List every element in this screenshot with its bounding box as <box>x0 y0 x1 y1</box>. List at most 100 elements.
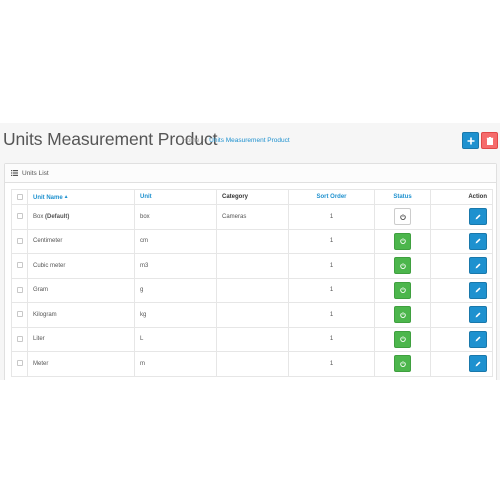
unit-name: Cubic meter <box>33 262 66 269</box>
select-all-cell <box>11 189 28 205</box>
unit-cell: cm <box>134 228 217 254</box>
status-toggle-button[interactable] <box>394 330 411 348</box>
row-checkbox[interactable] <box>16 286 23 293</box>
action-cell <box>430 302 493 328</box>
table-row: Kilogram kg 1 <box>11 302 493 328</box>
row-select-cell <box>11 253 28 279</box>
status-toggle-button[interactable] <box>394 257 411 275</box>
row-checkbox[interactable] <box>16 262 23 269</box>
action-cell <box>430 277 493 303</box>
unit-name: Kilogram <box>33 311 57 318</box>
status-toggle-button[interactable] <box>394 232 411 250</box>
unit-cell: L <box>134 326 217 352</box>
row-checkbox[interactable] <box>16 360 23 367</box>
row-checkbox[interactable] <box>16 335 23 342</box>
row-checkbox[interactable] <box>16 237 23 244</box>
table-row: Liter L 1 <box>11 326 493 352</box>
unit-name-cell: Box (Default) <box>27 204 135 230</box>
unit-cell: m <box>134 351 217 377</box>
pencil-icon <box>475 312 481 318</box>
row-select-cell <box>11 351 28 377</box>
status-toggle-button[interactable] <box>394 208 411 226</box>
unit-name: Centimeter <box>33 238 63 245</box>
row-select-cell <box>11 326 28 352</box>
unit-name-cell: Meter <box>27 351 135 377</box>
sort-order-cell: 1 <box>288 351 375 377</box>
action-cell <box>430 204 493 230</box>
sort-by-status-header[interactable]: Status <box>374 189 431 205</box>
status-toggle-button[interactable] <box>394 281 411 299</box>
table-body: Box (Default) box Cameras 1 Centimeter c… <box>11 204 493 377</box>
unit-cell: kg <box>134 302 217 328</box>
power-icon <box>399 262 406 269</box>
trash-icon <box>486 136 493 145</box>
delete-button[interactable] <box>481 132 498 149</box>
row-checkbox[interactable] <box>16 213 23 220</box>
table-row: Box (Default) box Cameras 1 <box>11 204 493 230</box>
edit-button[interactable] <box>469 257 487 275</box>
status-cell <box>374 253 431 279</box>
edit-button[interactable] <box>469 355 487 373</box>
pencil-icon <box>475 263 481 269</box>
row-select-cell <box>11 228 28 254</box>
page: Units Measurement Product Home › Units M… <box>0 0 500 500</box>
edit-button[interactable] <box>469 281 487 299</box>
select-all-checkbox[interactable] <box>16 193 23 200</box>
action-cell <box>430 326 493 352</box>
breadcrumb-separator: › <box>203 137 206 144</box>
status-toggle-button[interactable] <box>394 355 411 373</box>
unit-name-cell: Liter <box>27 326 135 352</box>
power-icon <box>399 311 406 318</box>
unit-name-cell: Kilogram <box>27 302 135 328</box>
pencil-icon <box>475 287 481 293</box>
row-select-cell <box>11 204 28 230</box>
status-cell <box>374 326 431 352</box>
category-cell <box>216 253 289 279</box>
unit-name-cell: Gram <box>27 277 135 303</box>
sort-order-cell: 1 <box>288 326 375 352</box>
sort-by-unit-header[interactable]: Unit <box>134 189 217 205</box>
power-icon <box>399 213 406 220</box>
category-cell <box>216 326 289 352</box>
sort-order-cell: 1 <box>288 277 375 303</box>
power-icon <box>399 336 406 343</box>
power-icon <box>399 360 406 367</box>
category-cell <box>216 302 289 328</box>
row-checkbox[interactable] <box>16 311 23 318</box>
power-icon <box>399 238 406 245</box>
edit-button[interactable] <box>469 306 487 324</box>
table-row: Gram g 1 <box>11 277 493 303</box>
table-row: Centimeter cm 1 <box>11 228 493 254</box>
add-button[interactable] <box>462 132 479 149</box>
column-category-header: Category <box>216 189 289 205</box>
breadcrumb-current-link[interactable]: Units Measurement Product <box>209 137 290 144</box>
edit-button[interactable] <box>469 330 487 348</box>
unit-cell: g <box>134 277 217 303</box>
unit-name: Liter <box>33 336 45 343</box>
column-action-header: Action <box>430 189 493 205</box>
panel-heading: Units List <box>5 164 496 183</box>
unit-name: Box <box>33 213 44 220</box>
pencil-icon <box>475 214 481 220</box>
action-cell <box>430 253 493 279</box>
edit-button[interactable] <box>469 208 487 226</box>
status-toggle-button[interactable] <box>394 306 411 324</box>
panel-title: Units List <box>22 169 49 177</box>
sort-by-name-header[interactable]: Unit Name▲ <box>27 189 135 205</box>
unit-name-cell: Centimeter <box>27 228 135 254</box>
content-area: Units Measurement Product Home › Units M… <box>0 123 500 380</box>
sort-by-sort-order-header[interactable]: Sort Order <box>288 189 375 205</box>
list-icon <box>11 170 18 176</box>
breadcrumb-home-link[interactable]: Home <box>182 137 199 144</box>
category-cell <box>216 351 289 377</box>
sort-order-cell: 1 <box>288 204 375 230</box>
unit-cell: m3 <box>134 253 217 279</box>
unit-cell: box <box>134 204 217 230</box>
row-select-cell <box>11 277 28 303</box>
page-header: Units Measurement Product Home › Units M… <box>0 123 500 161</box>
edit-button[interactable] <box>469 232 487 250</box>
column-name-label: Unit Name <box>33 194 63 201</box>
table-header-row: Unit Name▲ Unit Category Sort Order Stat… <box>11 189 493 205</box>
action-cell <box>430 228 493 254</box>
row-select-cell <box>11 302 28 328</box>
